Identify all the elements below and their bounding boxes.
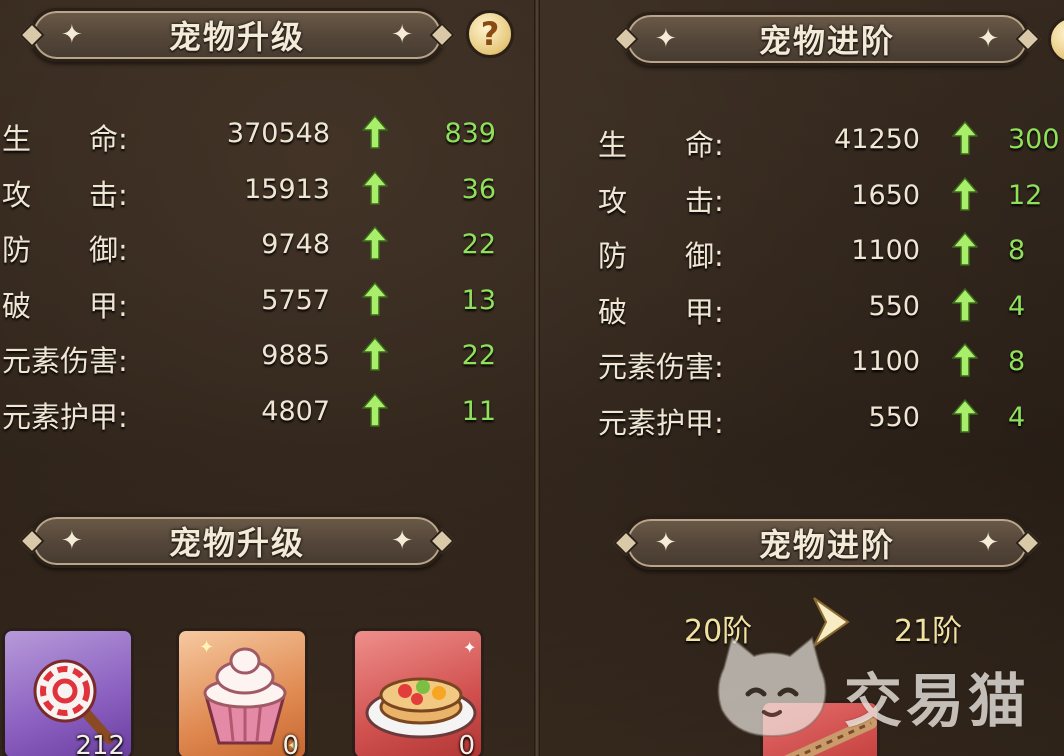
stat-increase: 300 (1008, 124, 1060, 155)
stat-label: 攻 击: (2, 177, 128, 212)
arrow-up-icon (362, 114, 388, 149)
stat-label: 生 命: (2, 122, 128, 156)
arrow-up-icon (362, 281, 388, 316)
arrow-up-icon (952, 287, 978, 322)
section-title: 宠物进阶 (758, 526, 895, 564)
arrow-up-icon (362, 336, 388, 371)
stat-row: 元素护甲: 550 4 (540, 398, 1064, 440)
stat-increase: 22 (461, 229, 496, 260)
stat-increase: 11 (461, 395, 496, 427)
stat-label: 元素护甲: (598, 405, 724, 440)
stat-increase: 13 (461, 284, 496, 316)
arrow-up-icon (362, 225, 388, 260)
stat-increase: 8 (1008, 235, 1026, 266)
stat-value: 1650 (851, 179, 920, 211)
stat-increase: 8 (1008, 346, 1026, 377)
stat-label: 破 甲: (2, 288, 128, 323)
item-count: 212 (75, 731, 125, 756)
stat-label: 破 甲: (598, 294, 724, 329)
item-slot-cake[interactable]: ✦ 0 (352, 628, 484, 756)
stat-row: 生 命: 41250 300 (540, 120, 1064, 162)
stat-label: 元素护甲: (2, 399, 128, 434)
stat-row: 元素伤害: 9885 22 (0, 336, 534, 378)
stat-label: 元素伤害: (2, 344, 128, 378)
pet-upgrade-panel: ✦ 宠物升级 ✦ ? 生 命: 370548 839 攻 击: 15913 36 防 御: 9… (0, 0, 534, 756)
stat-value: 9885 (261, 340, 330, 371)
stat-value: 370548 (226, 118, 330, 149)
stat-label: 攻 击: (598, 183, 724, 218)
star-icon: ✦ (391, 526, 413, 556)
arrow-up-icon (952, 120, 978, 155)
stat-label: 元素伤害: (598, 350, 724, 384)
stat-value: 15913 (244, 173, 330, 205)
stat-value: 4807 (261, 395, 330, 427)
stat-value: 550 (868, 401, 920, 433)
arrow-up-icon (952, 342, 978, 377)
banner-title: 宠物升级 (168, 18, 305, 56)
stat-label: 防 御: (2, 233, 128, 267)
stat-increase: 4 (1008, 290, 1026, 322)
watermark-text: 交易猫 (844, 667, 1031, 735)
help-button[interactable]: ? (466, 10, 514, 58)
stat-row: 破 甲: 550 4 (540, 287, 1064, 329)
star-icon: ✦ (391, 20, 413, 50)
item-count: 0 (282, 731, 299, 756)
stat-value: 41250 (834, 124, 920, 155)
item-slot-cupcake[interactable]: ✦ ✦ 0 (176, 628, 308, 756)
stat-row: 攻 击: 1650 12 (540, 176, 1064, 218)
cat-logo-icon (717, 636, 827, 738)
star-icon: ✦ (61, 526, 83, 556)
help-button-partial[interactable] (1048, 16, 1064, 64)
stat-row: 防 御: 1100 8 (540, 231, 1064, 273)
stat-value: 9748 (261, 229, 330, 260)
stat-increase: 4 (1008, 401, 1026, 433)
stat-value: 5757 (261, 284, 330, 316)
section-title: 宠物升级 (168, 524, 305, 562)
arrow-up-icon (952, 231, 978, 266)
stat-row: 元素伤害: 1100 8 (540, 342, 1064, 384)
stat-increase: 36 (461, 173, 496, 205)
watermark: 交易猫 (710, 632, 1050, 742)
stat-row: 生 命: 370548 839 (0, 114, 534, 156)
stat-row: 攻 击: 15913 36 (0, 170, 534, 212)
arrow-up-icon (952, 176, 978, 211)
svg-text:✦: ✦ (463, 638, 476, 657)
stat-increase: 12 (1008, 179, 1043, 211)
arrow-up-icon (362, 170, 388, 205)
stat-value: 1100 (851, 235, 920, 266)
upgrade-banner: ✦ 宠物升级 ✦ (30, 8, 444, 62)
stat-row: 元素护甲: 4807 11 (0, 392, 534, 434)
star-icon: ✦ (977, 24, 999, 54)
advance-section-banner: ✦ 宠物进阶 ✦ (624, 516, 1030, 570)
star-icon: ✦ (61, 20, 83, 50)
stat-row: 破 甲: 5757 13 (0, 281, 534, 323)
star-icon: ✦ (977, 528, 999, 558)
upgrade-section-banner: ✦ 宠物升级 ✦ (30, 514, 444, 568)
arrow-up-icon (952, 398, 978, 433)
item-slot-lollipop[interactable]: 212 (2, 628, 134, 756)
stat-increase: 839 (444, 118, 496, 149)
arrow-up-icon (362, 392, 388, 427)
stat-label: 防 御: (598, 239, 724, 273)
svg-text:✦: ✦ (199, 637, 214, 658)
stat-label: 生 命: (598, 128, 724, 162)
stat-value: 550 (868, 290, 920, 322)
star-icon: ✦ (655, 24, 677, 54)
star-icon: ✦ (655, 528, 677, 558)
item-count: 0 (458, 731, 475, 756)
advance-banner: ✦ 宠物进阶 ✦ (624, 12, 1030, 66)
banner-title: 宠物进阶 (758, 22, 895, 60)
stat-row: 防 御: 9748 22 (0, 225, 534, 267)
stat-value: 1100 (851, 346, 920, 377)
stat-increase: 22 (461, 340, 496, 371)
